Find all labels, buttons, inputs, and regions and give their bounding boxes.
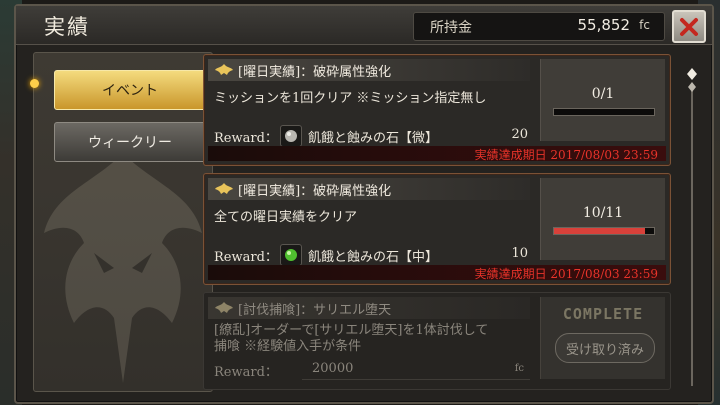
progress-text: 0/1	[591, 86, 615, 102]
card-description: ミッションを1回クリア ※ミッション指定無し	[214, 91, 487, 106]
card-description: [繚乱]オーダーで[サリエル堕天]を1体討伐して 捕喰 ※経験値入手が条件	[214, 323, 488, 355]
achievement-card-completed: [討伐捕喰]：サリエル堕天 [繚乱]オーダーで[サリエル堕天]を1体討伐して 捕…	[203, 292, 671, 390]
reward-quantity: 10	[511, 246, 528, 261]
category-panel: イベント ウィークリー	[33, 52, 213, 392]
money-display: 所持金 55,852 fc	[413, 12, 665, 41]
demon-emblem-icon	[44, 153, 202, 383]
progress-box: 0/1	[540, 59, 665, 141]
deadline-bar: 実績達成期日 2017/08/03 23:59	[208, 265, 666, 281]
wing-crest-icon	[215, 183, 233, 194]
reward-label: Reward：	[214, 365, 278, 380]
tab-weekly[interactable]: ウィークリー	[54, 122, 206, 162]
received-button[interactable]: 受け取り済み	[555, 333, 655, 363]
progress-text: 10/11	[582, 205, 624, 221]
money-label: 所持金	[430, 20, 472, 36]
card-description: 全ての曜日実績をクリア	[214, 210, 358, 225]
divider	[302, 379, 530, 380]
card-header: [曜日実績]：破砕属性強化	[208, 59, 530, 81]
achievement-card: [曜日実績]：破砕属性強化 ミッションを1回クリア ※ミッション指定無し Rew…	[203, 54, 671, 166]
progress-box: 10/11	[540, 178, 665, 260]
progress-bar	[553, 227, 655, 235]
deadline-text: 実績達成期日 2017/08/03 23:59	[474, 148, 658, 162]
card-description-line: 捕喰 ※経験値入手が条件	[214, 339, 362, 354]
progress-bar	[553, 108, 655, 116]
card-header: [討伐捕喰]：サリエル堕天	[208, 297, 530, 319]
card-title: [討伐捕喰]：サリエル堕天	[238, 303, 392, 318]
achievement-card: [曜日実績]：破砕属性強化 全ての曜日実績をクリア Reward： 飢餓と蝕みの…	[203, 173, 671, 285]
achievements-window: 実績 所持金 55,852 fc イベント ウィークリー [曜日実績]：破砕属性…	[14, 4, 714, 404]
wing-crest-icon	[215, 302, 233, 313]
gray-stone-icon	[280, 125, 302, 147]
money-value: 55,852	[577, 16, 631, 34]
reward-amount: 20000	[312, 361, 354, 376]
reward-unit: fc	[514, 363, 524, 374]
reward-item-name: 飢餓と蝕みの石【微】	[308, 131, 439, 146]
green-stone-icon	[280, 244, 302, 266]
active-tab-indicator	[30, 79, 39, 88]
complete-box: COMPLETE 受け取り済み	[540, 297, 665, 379]
card-header: [曜日実績]：破砕属性強化	[208, 178, 530, 200]
card-description-line: [繚乱]オーダーで[サリエル堕天]を1体討伐して	[214, 323, 489, 338]
card-title: [曜日実績]：破砕属性強化	[238, 184, 392, 199]
title-bar: 実績 所持金 55,852 fc	[16, 6, 712, 45]
scroll-track	[691, 86, 693, 386]
window-title: 実績	[44, 15, 90, 39]
reward-label: Reward：	[214, 250, 278, 265]
card-title: [曜日実績]：破砕属性強化	[238, 65, 392, 80]
complete-stamp: COMPLETE	[562, 305, 644, 323]
tab-event[interactable]: イベント	[54, 70, 206, 110]
deadline-text: 実績達成期日 2017/08/03 23:59	[474, 267, 658, 281]
wing-crest-icon	[215, 64, 233, 75]
reward-label: Reward：	[214, 131, 278, 146]
reward-item-name: 飢餓と蝕みの石【中】	[308, 250, 439, 265]
reward-quantity: 20	[511, 127, 528, 142]
scrollbar[interactable]	[685, 66, 699, 390]
close-icon	[680, 17, 698, 36]
money-unit: fc	[639, 18, 650, 32]
reward-row: Reward： 飢餓と蝕みの石【中】 10	[214, 244, 532, 266]
reward-row: Reward： 20000 fc	[214, 359, 532, 381]
scroll-thumb-icon[interactable]	[685, 68, 699, 92]
progress-fill	[554, 228, 645, 234]
reward-row: Reward： 飢餓と蝕みの石【微】 20	[214, 125, 532, 147]
close-button[interactable]	[672, 10, 706, 43]
deadline-bar: 実績達成期日 2017/08/03 23:59	[208, 146, 666, 162]
